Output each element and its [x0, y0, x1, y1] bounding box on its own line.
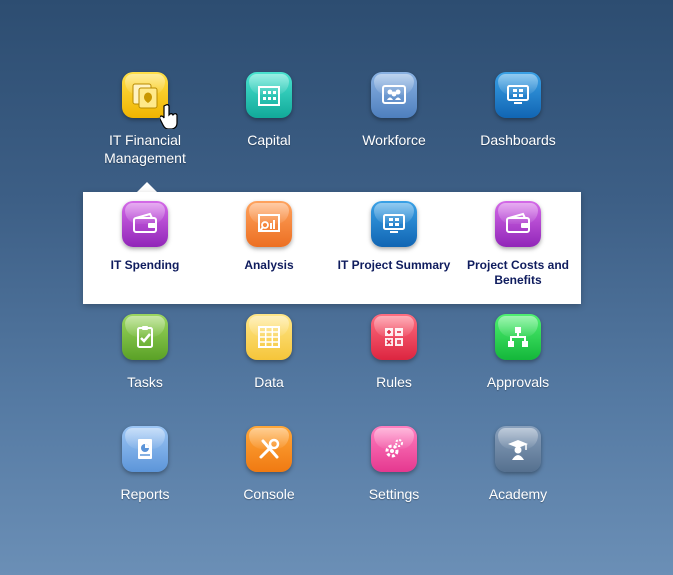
tile-label: Tasks [127, 374, 163, 390]
submenu-item-it-spending[interactable]: IT Spending [83, 201, 207, 273]
tools-icon [246, 426, 292, 472]
tile-label: Workforce [362, 132, 426, 148]
tile-academy[interactable]: Academy [456, 426, 580, 503]
submenu-item-label: IT Spending [110, 258, 180, 272]
gears-icon [371, 426, 417, 472]
tile-workforce[interactable]: Workforce [332, 72, 456, 149]
tile-dashboards[interactable]: Dashboards [456, 72, 580, 149]
tile-label: Console [243, 486, 295, 502]
tile-label: Approvals [486, 374, 550, 390]
tile-settings[interactable]: Settings [332, 426, 456, 503]
tile-label: Settings [368, 486, 420, 502]
tile-label: Rules [376, 374, 412, 390]
tile-it-financial-management[interactable]: IT Financial Management [83, 72, 207, 167]
tile-label: Academy [488, 486, 548, 502]
submenu-item-project-costs-and-benefits[interactable]: Project Costs and Benefits [456, 201, 580, 288]
submenu-item-analysis[interactable]: Analysis [207, 201, 331, 273]
monitor-icon [371, 201, 417, 247]
wallet-icon [495, 201, 541, 247]
submenu-item-label: IT Project Summary [337, 258, 451, 272]
tile-label: Reports [120, 486, 170, 502]
building-icon [246, 72, 292, 118]
tile-label: Capital [247, 132, 291, 148]
people-icon [371, 72, 417, 118]
submenu-item-label: Project Costs and Benefits [466, 258, 570, 287]
tile-label: Dashboards [480, 132, 556, 148]
submenu-pointer [137, 182, 157, 192]
submenu-item-label: Analysis [244, 258, 294, 272]
tile-data[interactable]: Data [207, 314, 331, 391]
calculator-icon [371, 314, 417, 360]
tile-rules[interactable]: Rules [332, 314, 456, 391]
flowchart-icon [495, 314, 541, 360]
pointer-cursor-icon [159, 103, 180, 134]
tile-label: Data [254, 374, 284, 390]
graduate-icon [495, 426, 541, 472]
grid-icon [246, 314, 292, 360]
tile-label: IT Financial Management [104, 132, 186, 166]
submenu-panel: IT Spending Analysis IT Project Summary [83, 192, 581, 304]
tile-capital[interactable]: Capital [207, 72, 331, 149]
clipboard-check-icon [122, 314, 168, 360]
monitor-icon [495, 72, 541, 118]
tile-tasks[interactable]: Tasks [83, 314, 207, 391]
wallet-icon [122, 201, 168, 247]
report-icon [122, 426, 168, 472]
tile-approvals[interactable]: Approvals [456, 314, 580, 391]
submenu-item-it-project-summary[interactable]: IT Project Summary [332, 201, 456, 273]
tile-reports[interactable]: Reports [83, 426, 207, 503]
tile-console[interactable]: Console [207, 426, 331, 503]
chart-icon [246, 201, 292, 247]
